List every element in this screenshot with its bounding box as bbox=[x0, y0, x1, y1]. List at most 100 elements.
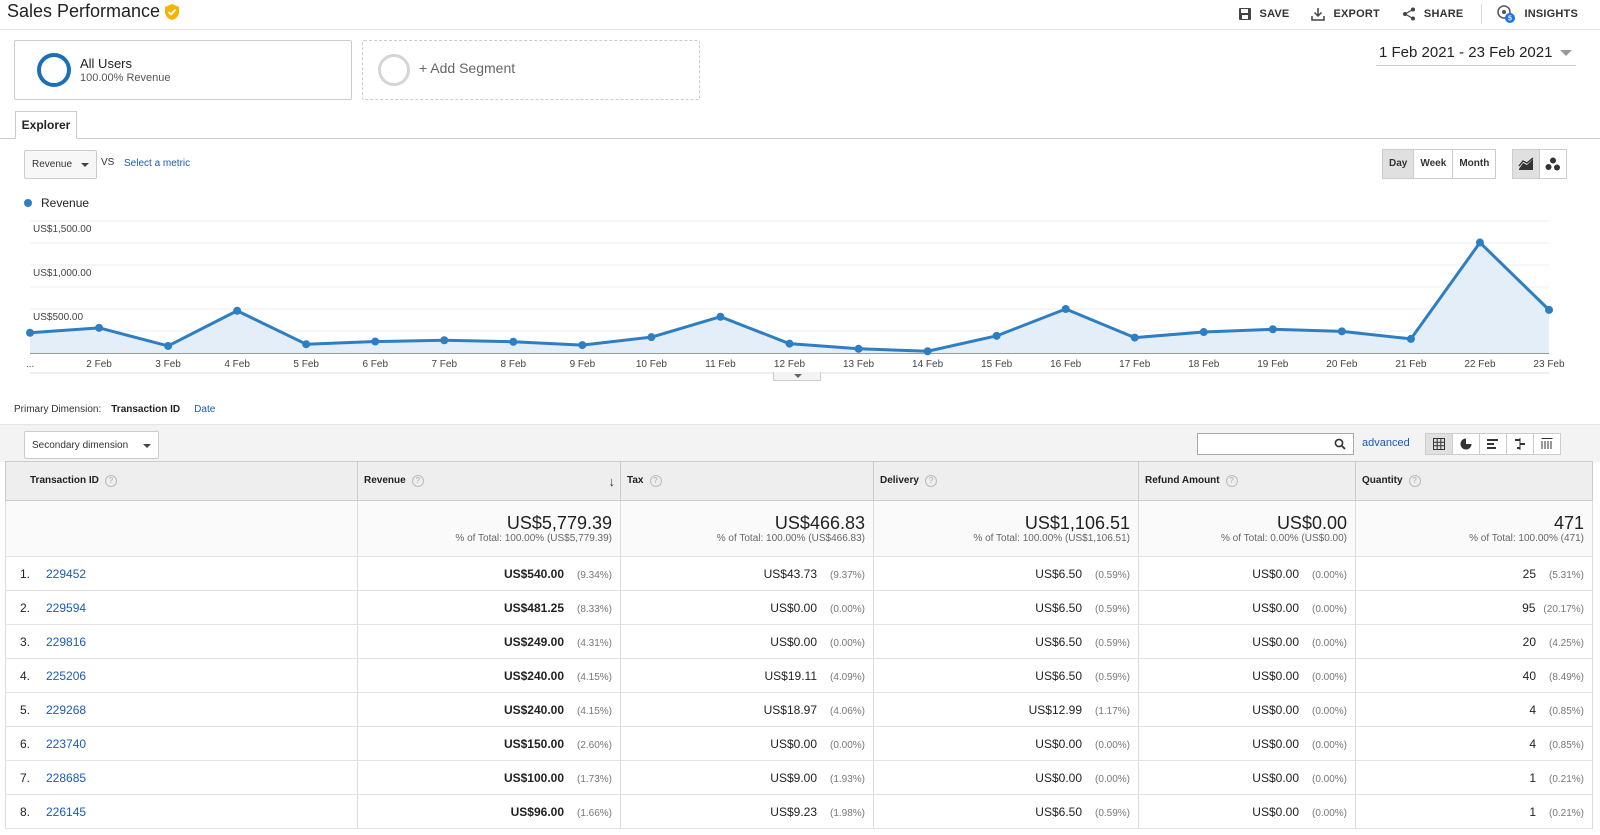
revenue-cell: US$540.00 (9.34%) bbox=[357, 556, 621, 591]
revenue-area bbox=[30, 242, 1549, 353]
transaction-id-link[interactable]: 229268 bbox=[46, 703, 86, 717]
delivery-cell: US$0.00 (0.00%) bbox=[873, 726, 1139, 761]
table-row: 3. 229816 US$249.00 (4.31%) US$0.00 (0.00%) US… bbox=[5, 624, 1593, 659]
tax-cell: US$19.11 (4.09%) bbox=[620, 658, 874, 693]
save-label: SAVE bbox=[1259, 8, 1290, 20]
week-button[interactable]: Week bbox=[1413, 149, 1454, 179]
share-icon bbox=[1402, 7, 1415, 21]
x-tick-label: 3 Feb bbox=[155, 359, 181, 370]
day-button[interactable]: Day bbox=[1382, 149, 1415, 179]
help-icon[interactable]: ? bbox=[104, 475, 117, 487]
pie-view-button[interactable] bbox=[1452, 433, 1480, 455]
segment-name: All Users bbox=[80, 56, 133, 71]
table-row: 5. 229268 US$240.00 (4.15%) US$18.97 (4.06%) U… bbox=[5, 692, 1593, 727]
data-point bbox=[164, 341, 173, 350]
column-revenue[interactable]: Revenue? ↓ bbox=[357, 461, 621, 501]
quantity-cell: 20 (4.25%) bbox=[1355, 624, 1593, 659]
column-tax[interactable]: Tax? bbox=[620, 461, 874, 501]
column-quantity[interactable]: Quantity? bbox=[1355, 461, 1593, 501]
help-icon[interactable]: ? bbox=[649, 475, 662, 487]
refund-cell: US$0.00 (0.00%) bbox=[1138, 760, 1356, 795]
insights-button[interactable]: 5 INSIGHTS bbox=[1496, 4, 1578, 24]
row-number: 1. bbox=[20, 566, 31, 581]
x-tick-label: 4 Feb bbox=[224, 359, 250, 370]
advanced-filter-link[interactable]: advanced bbox=[1362, 437, 1410, 449]
column-delivery[interactable]: Delivery? bbox=[873, 461, 1139, 501]
motion-chart-button[interactable] bbox=[1539, 149, 1567, 179]
add-segment-button[interactable]: + Add Segment bbox=[362, 40, 700, 100]
select-metric-link[interactable]: Select a metric bbox=[124, 158, 190, 169]
transaction-id-link[interactable]: 223740 bbox=[46, 737, 86, 751]
revenue-cell: US$249.00 (4.31%) bbox=[357, 624, 621, 659]
export-button[interactable]: EXPORT bbox=[1311, 7, 1380, 21]
pivot-icon bbox=[1541, 438, 1553, 449]
add-segment-label: + Add Segment bbox=[419, 60, 516, 76]
transaction-id-cell: 4. 225206 bbox=[5, 658, 358, 693]
primary-dimension-bar: Primary Dimension: Transaction ID Date bbox=[14, 404, 215, 415]
segment-sub: 100.00% Revenue bbox=[80, 72, 171, 84]
transaction-id-link[interactable]: 228685 bbox=[46, 771, 86, 785]
date-range-picker[interactable]: 1 Feb 2021 - 23 Feb 2021 bbox=[1376, 44, 1576, 66]
row-number: 4. bbox=[20, 668, 31, 683]
share-label: SHARE bbox=[1423, 8, 1464, 20]
tab-explorer[interactable]: Explorer bbox=[15, 111, 77, 139]
performance-view-button[interactable] bbox=[1479, 433, 1507, 455]
share-button[interactable]: SHARE bbox=[1402, 7, 1464, 21]
delivery-cell: US$6.50 (0.59%) bbox=[873, 658, 1139, 693]
x-tick-label: 16 Feb bbox=[1050, 359, 1082, 370]
help-icon[interactable]: ? bbox=[411, 475, 424, 487]
delivery-cell: US$6.50 (0.59%) bbox=[873, 624, 1139, 659]
tab-divider bbox=[0, 138, 1600, 139]
data-point bbox=[440, 336, 449, 345]
save-button[interactable]: SAVE bbox=[1238, 7, 1290, 21]
data-point bbox=[1545, 305, 1553, 314]
x-tick-label: 10 Feb bbox=[636, 359, 668, 370]
transaction-id-link[interactable]: 225206 bbox=[46, 669, 86, 683]
dimension-transaction-id[interactable]: Transaction ID bbox=[111, 404, 180, 415]
transaction-id-cell: 2. 229594 bbox=[5, 590, 358, 625]
x-tick-label: 9 Feb bbox=[570, 359, 596, 370]
download-icon bbox=[1311, 8, 1326, 21]
comparison-view-button[interactable] bbox=[1506, 433, 1534, 455]
revenue-cell: US$96.00 (1.66%) bbox=[357, 794, 621, 829]
dimension-date[interactable]: Date bbox=[194, 404, 215, 415]
data-table-view-button[interactable] bbox=[1425, 433, 1453, 455]
refund-cell: US$0.00 (0.00%) bbox=[1138, 590, 1356, 625]
delivery-cell: US$6.50 (0.59%) bbox=[873, 590, 1139, 625]
delivery-cell: US$0.00 (0.00%) bbox=[873, 760, 1139, 795]
month-button[interactable]: Month bbox=[1452, 149, 1497, 179]
verified-shield-icon bbox=[165, 4, 179, 20]
transactions-table: Transaction ID? Revenue? ↓ Tax? Delivery?… bbox=[5, 461, 1593, 829]
segment-all-users[interactable]: All Users 100.00% Revenue bbox=[14, 40, 352, 100]
collapse-chart-toggle[interactable] bbox=[773, 372, 821, 381]
transaction-id-link[interactable]: 229452 bbox=[46, 567, 86, 581]
help-icon[interactable]: ? bbox=[924, 475, 937, 487]
insights-count: 5 bbox=[1508, 16, 1512, 23]
help-icon[interactable]: ? bbox=[1225, 475, 1238, 487]
line-chart-button[interactable] bbox=[1512, 149, 1540, 179]
transaction-id-link[interactable]: 229594 bbox=[46, 601, 86, 615]
data-point bbox=[1199, 328, 1208, 337]
total-quantity: 471% of Total: 100.00% (471) bbox=[1355, 500, 1593, 557]
data-point bbox=[854, 344, 863, 353]
tax-cell: US$0.00 (0.00%) bbox=[620, 624, 874, 659]
row-number: 7. bbox=[20, 770, 31, 785]
divider bbox=[1481, 4, 1483, 24]
grid-icon bbox=[1433, 438, 1445, 450]
chevron-down-icon bbox=[143, 444, 151, 448]
transaction-id-link[interactable]: 229816 bbox=[46, 635, 86, 649]
quantity-cell: 1 (0.21%) bbox=[1355, 794, 1593, 829]
metric-select[interactable]: Revenue bbox=[24, 150, 97, 179]
refund-cell: US$0.00 (0.00%) bbox=[1138, 726, 1356, 761]
data-point bbox=[647, 333, 656, 342]
row-number: 3. bbox=[20, 634, 31, 649]
table-search-input[interactable] bbox=[1197, 433, 1328, 455]
secondary-dimension-select[interactable]: Secondary dimension bbox=[24, 431, 159, 459]
pivot-view-button[interactable] bbox=[1533, 433, 1561, 455]
metric-select-label: Revenue bbox=[32, 159, 73, 170]
help-icon[interactable]: ? bbox=[1408, 475, 1421, 487]
search-button[interactable] bbox=[1326, 433, 1354, 455]
transaction-id-link[interactable]: 226145 bbox=[46, 805, 86, 819]
column-transaction-id[interactable]: Transaction ID? bbox=[5, 461, 358, 501]
column-refund-amount[interactable]: Refund Amount? bbox=[1138, 461, 1356, 501]
